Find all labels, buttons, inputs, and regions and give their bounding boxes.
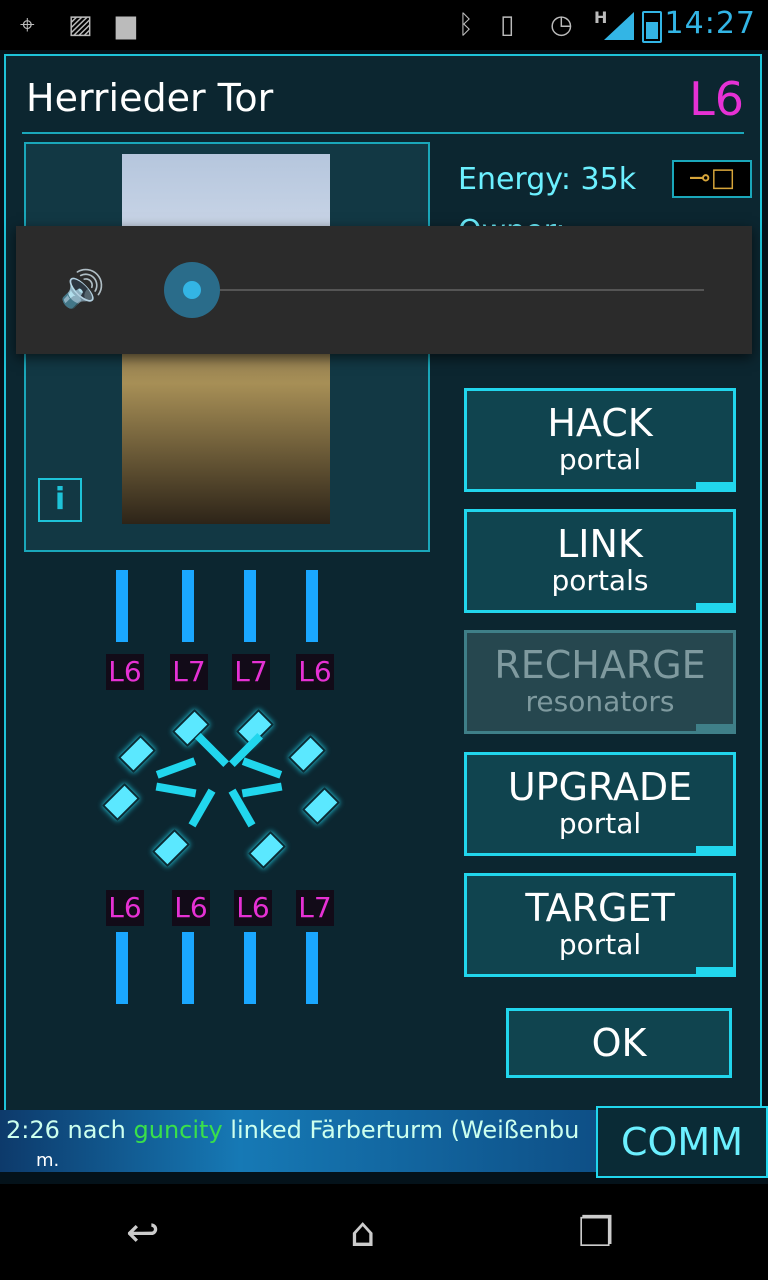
- upgrade-sublabel: portal: [558, 807, 642, 840]
- portal-core-ray: [241, 782, 283, 798]
- clock: 14:27: [664, 6, 756, 41]
- recharge-sublabel: resonators: [525, 685, 675, 718]
- comm-message: 2:26 nach guncity linked Färberturm (Wei…: [6, 1116, 579, 1144]
- status-bar: ⌖ ▨ ▆ ᛒ ▯ ◷ H 14:27: [0, 0, 768, 50]
- info-button[interactable]: i: [38, 478, 82, 522]
- resonator-energy-bar: [306, 932, 318, 1004]
- hack-button[interactable]: HACK portal: [464, 388, 736, 492]
- title-divider: [22, 132, 744, 134]
- resonator-level: L6: [106, 890, 144, 926]
- portal-level: L6: [689, 72, 744, 126]
- target-sublabel: portal: [558, 928, 642, 961]
- resonator-icon[interactable]: [287, 734, 327, 774]
- link-button[interactable]: LINK portals: [464, 509, 736, 613]
- portal-screen: Herrieder Tor L6 i Energy: 35k Owner: ⊸□…: [0, 50, 768, 1184]
- volume-slider-thumb[interactable]: [164, 262, 220, 318]
- battery-icon: [642, 11, 662, 43]
- comm-feed[interactable]: 2:26 nach guncity linked Färberturm (Wei…: [0, 1110, 600, 1172]
- comm-button[interactable]: COMM: [596, 1106, 768, 1178]
- button-corner: [696, 482, 736, 492]
- comm-prefix: nach: [67, 1116, 126, 1144]
- resonator-level: L7: [296, 890, 334, 926]
- resonator-energy-bar: [244, 932, 256, 1004]
- button-corner: [696, 603, 736, 613]
- button-corner: [696, 967, 736, 977]
- image-icon: ▨: [68, 10, 93, 40]
- resonator-icon[interactable]: [117, 734, 157, 774]
- energy-readout: Energy: 35k: [458, 162, 636, 197]
- resonator-level: L7: [170, 654, 208, 690]
- energy-label: Energy:: [458, 162, 571, 197]
- resonator-energy-bar: [116, 570, 128, 642]
- portal-core-ray: [155, 757, 197, 779]
- speaker-icon: 🔊: [60, 269, 105, 310]
- ok-button[interactable]: OK: [506, 1008, 732, 1078]
- volume-panel: 🔊: [16, 226, 752, 354]
- target-label: TARGET: [525, 886, 675, 930]
- resonator-level: L6: [172, 890, 210, 926]
- comm-time: 2:26: [6, 1116, 60, 1144]
- key-button[interactable]: ⊸□: [672, 160, 752, 198]
- resonator-level: L6: [296, 654, 334, 690]
- resonator-energy-bar: [306, 570, 318, 642]
- portal-dialog: Herrieder Tor L6 i Energy: 35k Owner: ⊸□…: [4, 54, 762, 1112]
- resonator-icon[interactable]: [151, 828, 191, 868]
- key-icon: ⊸□: [688, 163, 736, 193]
- recharge-button[interactable]: RECHARGE resonators: [464, 630, 736, 734]
- chat-icon: ▆: [116, 10, 136, 40]
- recent-apps-icon[interactable]: ❐: [578, 1210, 614, 1256]
- resonator-icon[interactable]: [247, 830, 287, 870]
- upgrade-label: UPGRADE: [507, 765, 693, 809]
- back-icon[interactable]: ↩: [126, 1210, 160, 1256]
- navigation-bar: ↩ ⌂ ❐: [0, 1184, 768, 1280]
- signal-icon: [604, 12, 634, 40]
- energy-value: 35k: [580, 162, 637, 197]
- resonator-energy-bar: [182, 570, 194, 642]
- comm-agent: guncity: [133, 1116, 223, 1144]
- portal-core-ray: [241, 757, 283, 779]
- resonator-icon[interactable]: [301, 786, 341, 826]
- resonator-level: L6: [106, 654, 144, 690]
- resonator-icon[interactable]: [101, 782, 141, 822]
- resonator-energy-bar: [116, 932, 128, 1004]
- resonator-level: L7: [232, 654, 270, 690]
- vibrate-icon: ▯: [500, 10, 515, 40]
- gps-icon: ⌖: [20, 10, 35, 40]
- alarm-icon: ◷: [550, 10, 573, 40]
- volume-slider-track[interactable]: [192, 289, 704, 291]
- button-corner: [696, 846, 736, 856]
- bluetooth-icon: ᛒ: [458, 10, 474, 40]
- resonator-energy-bar: [182, 932, 194, 1004]
- home-icon[interactable]: ⌂: [350, 1210, 375, 1256]
- resonator-level: L6: [234, 890, 272, 926]
- resonator-energy-bar: [244, 570, 256, 642]
- comm-text: linked Färberturm (Weißenbu: [230, 1116, 580, 1144]
- link-sublabel: portals: [551, 564, 649, 597]
- recharge-label: RECHARGE: [494, 643, 706, 687]
- link-label: LINK: [557, 522, 643, 566]
- hack-label: HACK: [547, 401, 653, 445]
- button-corner: [696, 724, 736, 734]
- comm-message-continued: m.: [36, 1150, 60, 1171]
- portal-core-ray: [195, 733, 229, 767]
- upgrade-button[interactable]: UPGRADE portal: [464, 752, 736, 856]
- portal-core-ray: [155, 782, 197, 798]
- hack-sublabel: portal: [558, 443, 642, 476]
- target-button[interactable]: TARGET portal: [464, 873, 736, 977]
- portal-title: Herrieder Tor: [26, 76, 274, 120]
